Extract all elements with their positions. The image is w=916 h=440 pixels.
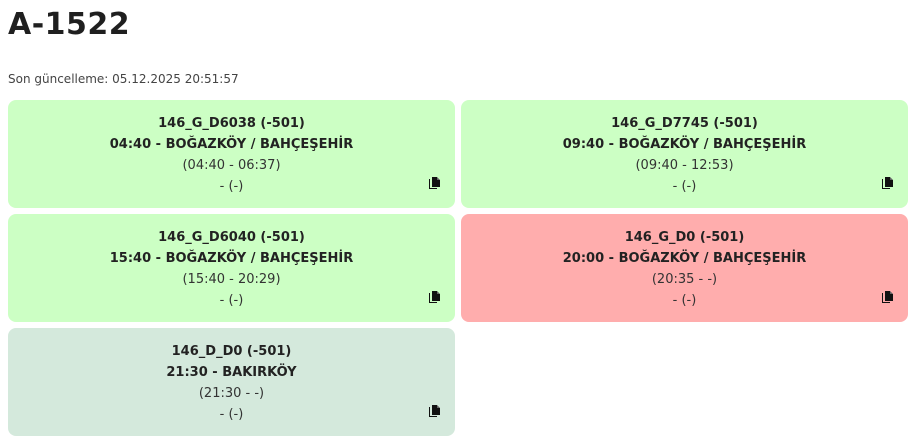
trip-card-grid: 146_G_D6038 (-501) 04:40 - BOĞAZKÖY / BA… [8,100,908,436]
copy-icon[interactable] [428,290,441,304]
copy-icon[interactable] [881,290,894,304]
trip-times: (20:35 - -) [651,272,718,287]
trip-code: 146_G_D7745 (-501) [611,116,758,131]
trip-route: 09:40 - BOĞAZKÖY / BAHÇEŞEHİR [562,137,807,152]
trip-extra: - (-) [219,179,244,194]
trip-card[interactable]: 146_G_D7745 (-501) 09:40 - BOĞAZKÖY / BA… [461,100,908,208]
trip-code: 146_D_D0 (-501) [171,344,292,359]
trip-times: (09:40 - 12:53) [635,158,734,173]
trip-extra: - (-) [219,407,244,422]
trip-extra: - (-) [672,179,697,194]
trip-extra: - (-) [219,293,244,308]
page: A-1522 Son güncelleme: 05.12.2025 20:51:… [0,0,916,440]
trip-card[interactable]: 146_G_D6038 (-501) 04:40 - BOĞAZKÖY / BA… [8,100,455,208]
trip-code: 146_G_D6038 (-501) [158,116,305,131]
copy-icon[interactable] [428,404,441,418]
trip-extra: - (-) [672,293,697,308]
trip-route: 04:40 - BOĞAZKÖY / BAHÇEŞEHİR [109,137,354,152]
trip-card[interactable]: 146_G_D6040 (-501) 15:40 - BOĞAZKÖY / BA… [8,214,455,322]
copy-icon[interactable] [428,176,441,190]
trip-route: 21:30 - BAKIRKÖY [166,365,297,380]
page-title: A-1522 [8,7,131,42]
trip-times: (04:40 - 06:37) [182,158,281,173]
trip-card[interactable]: 146_D_D0 (-501) 21:30 - BAKIRKÖY (21:30 … [8,328,455,436]
last-update-text: Son güncelleme: 05.12.2025 20:51:57 [8,72,239,86]
trip-route: 15:40 - BOĞAZKÖY / BAHÇEŞEHİR [109,251,354,266]
trip-card[interactable]: 146_G_D0 (-501) 20:00 - BOĞAZKÖY / BAHÇE… [461,214,908,322]
trip-times: (15:40 - 20:29) [182,272,281,287]
trip-times: (21:30 - -) [198,386,265,401]
trip-route: 20:00 - BOĞAZKÖY / BAHÇEŞEHİR [562,251,807,266]
trip-code: 146_G_D0 (-501) [624,230,745,245]
trip-code: 146_G_D6040 (-501) [158,230,305,245]
copy-icon[interactable] [881,176,894,190]
